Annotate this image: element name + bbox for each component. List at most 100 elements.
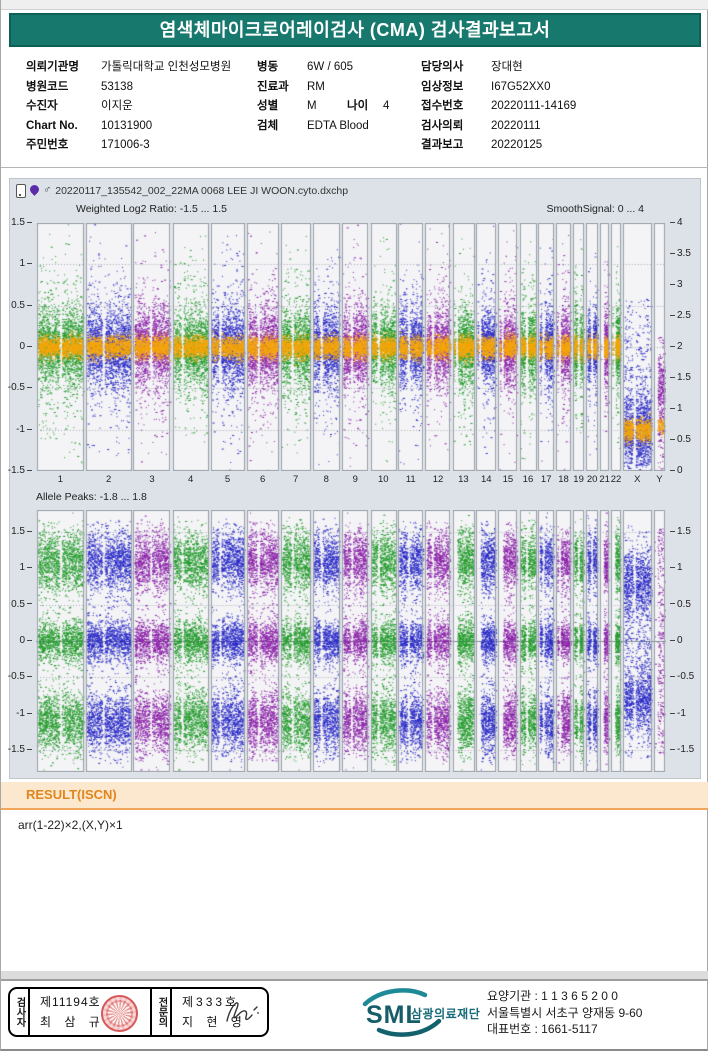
axis-tick-label: 1.5: [11, 526, 34, 537]
axis-tick-label: 0.5: [668, 599, 691, 610]
axis-tick-label: 0.5: [11, 599, 34, 610]
male-icon: ♂: [43, 185, 51, 196]
info-value: 이지운: [101, 97, 133, 117]
info-label: 나이: [347, 97, 383, 117]
info-label: 수진자: [26, 97, 101, 117]
axis-tick-label: -1: [16, 424, 34, 435]
info-row: 병동6W / 605: [257, 58, 389, 78]
chromosome-label: Y: [656, 474, 662, 485]
info-value: EDTA Blood: [307, 117, 347, 137]
result-header-label: RESULT(ISCN): [26, 787, 117, 802]
chromosome-label: 18: [558, 474, 569, 485]
info-value: M: [307, 97, 347, 117]
patient-info-col1: 의뢰기관명가톨릭대학교 인천성모병원병원코드53138수진자이지운Chart N…: [26, 58, 231, 156]
axis-tick-label: 0: [668, 465, 683, 476]
document-icon: [16, 184, 26, 198]
log2-ratio-title: Weighted Log2 Ratio: -1.5 ... 1.5: [76, 203, 227, 215]
axis-tick-label: -1.5: [668, 744, 694, 755]
handwritten-signature: [221, 995, 263, 1029]
axis-tick-label: 0: [668, 635, 683, 646]
axis-tick-label: 3: [668, 279, 683, 290]
axis-tick-label: 1: [19, 562, 34, 573]
axis-tick-label: -1: [668, 708, 686, 719]
iscn-result-value: arr(1-22)×2,(X,Y)×1: [18, 818, 123, 832]
signature-stamp-box: 검사자 제11194호 최 삼 규 전문의 제333호 지 현 영: [8, 987, 269, 1037]
info-row: 병원코드53138: [26, 78, 231, 98]
chromosome-label: 4: [188, 474, 193, 485]
result-section-header: RESULT(ISCN): [1, 782, 708, 810]
info-row: 결과보고20220125: [421, 136, 576, 156]
separator-line: [1, 167, 708, 168]
chromosome-label: 9: [353, 474, 358, 485]
report-title: 염색체마이크로어레이검사 (CMA) 검사결과보고서: [9, 13, 701, 47]
examiner-role-label: 검사자: [10, 989, 30, 1035]
info-label: Chart No.: [26, 117, 101, 137]
axis-tick-label: 1.5: [11, 217, 34, 228]
org-code-line: 요양기관 : 1 1 3 6 5 2 0 0: [487, 988, 642, 1005]
info-row: 검체EDTA Blood: [257, 117, 389, 137]
patient-info-col3: 담당의사장대현임상정보I67G52XX0접수번호20220111-14169검사…: [421, 58, 576, 156]
info-label: 검사의뢰: [421, 117, 491, 137]
info-value: RM: [307, 78, 347, 98]
info-label: 진료과: [257, 78, 307, 98]
chromosome-label: 20: [587, 474, 598, 485]
info-value: 가톨릭대학교 인천성모병원: [101, 58, 231, 78]
info-row: 주민번호171006-3: [26, 136, 231, 156]
info-row: 담당의사장대현: [421, 58, 576, 78]
smooth-signal-title: SmoothSignal: 0 ... 4: [547, 203, 644, 215]
info-value: 4: [383, 97, 389, 117]
chromosome-label: 19: [573, 474, 584, 485]
info-row: 진료과RM: [257, 78, 389, 98]
info-value: 171006-3: [101, 136, 150, 156]
axis-tick-label: 0: [19, 635, 34, 646]
info-row: 임상정보I67G52XX0: [421, 78, 576, 98]
info-value: 20220111: [491, 117, 540, 137]
axis-tick-label: -1.5: [8, 465, 34, 476]
chromosome-label: 10: [378, 474, 389, 485]
chromosome-labels: 12345678910111213141516171819202122XY: [36, 474, 666, 487]
info-label: 담당의사: [421, 58, 491, 78]
viewer-header: ♂ 20220117_135542_002_22MA 0068 LEE JI W…: [16, 183, 348, 198]
info-row: 검사의뢰20220111: [421, 117, 576, 137]
chromosome-label: 2: [106, 474, 111, 485]
info-label: 접수번호: [421, 97, 491, 117]
allele-peaks-title: Allele Peaks: -1.8 ... 1.8: [36, 491, 147, 503]
info-label: 병동: [257, 58, 307, 78]
smoothsignal-right-axis: 43.532.521.510.50: [668, 223, 700, 471]
axis-tick-label: 3.5: [668, 248, 691, 259]
info-value: 20220125: [491, 136, 542, 156]
allele-left-axis: 1.510.50-0.5-1-1.5: [10, 510, 34, 772]
specialist-cell: 제333호 지 현 영: [172, 989, 267, 1035]
chromosome-label: 5: [225, 474, 230, 485]
axis-tick-label: -1: [16, 708, 34, 719]
org-street-line: 서울특별시 서초구 양재동 9-60: [487, 1005, 642, 1022]
info-label: 주민번호: [26, 136, 101, 156]
chromosome-label: 3: [149, 474, 154, 485]
axis-tick-label: 1.5: [668, 526, 691, 537]
info-row: 의뢰기관명가톨릭대학교 인천성모병원: [26, 58, 231, 78]
axis-tick-label: 2: [668, 341, 683, 352]
axis-tick-label: 1: [19, 258, 34, 269]
top-strip: [1, 0, 708, 10]
axis-tick-label: 1.5: [668, 372, 691, 383]
info-label: 임상정보: [421, 78, 491, 98]
info-row: 접수번호20220111-14169: [421, 97, 576, 117]
chromosome-label: 15: [503, 474, 514, 485]
chromosome-label: 16: [523, 474, 534, 485]
report-page: 염색체마이크로어레이검사 (CMA) 검사결과보고서 의뢰기관명가톨릭대학교 인…: [0, 0, 708, 1051]
axis-tick-label: -0.5: [8, 671, 34, 682]
organization-address: 요양기관 : 1 1 3 6 5 2 0 0 서울특별시 서초구 양재동 9-6…: [487, 988, 642, 1038]
axis-tick-label: -0.5: [8, 382, 34, 393]
red-seal-stamp: [101, 995, 138, 1032]
axis-tick-label: 0: [19, 341, 34, 352]
chromosome-label: 22: [611, 474, 622, 485]
info-label: 성별: [257, 97, 307, 117]
chromosome-label: 13: [458, 474, 469, 485]
axis-tick-label: -0.5: [668, 671, 694, 682]
info-value: 6W / 605: [307, 58, 347, 78]
chromosome-label: 6: [260, 474, 265, 485]
cma-viewer-block: ♂ 20220117_135542_002_22MA 0068 LEE JI W…: [9, 178, 701, 779]
axis-tick-label: 1: [668, 562, 683, 573]
chromosome-label: 11: [406, 474, 416, 485]
chromosome-label: 21: [599, 474, 610, 485]
